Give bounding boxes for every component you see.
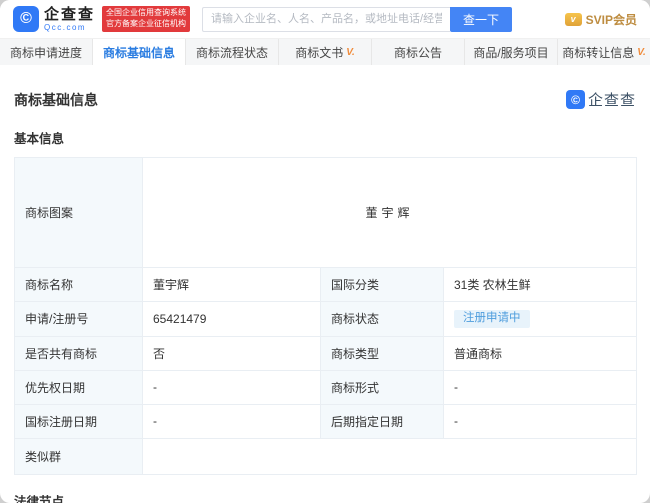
tab-basic-info[interactable]: 商标基础信息	[93, 39, 186, 65]
vip-crown-icon: v	[565, 13, 582, 26]
tab-documents[interactable]: 商标文书 V.	[279, 39, 372, 65]
legal-node-heading: 法律节点	[14, 491, 636, 503]
site-header: © 企查查 Qcc.com 全国企业信用查询系统 官方备案企业征信机构 查一下 …	[0, 0, 650, 38]
svip-membership[interactable]: v SVIP会员	[565, 11, 637, 28]
field-label: 商标类型	[321, 336, 444, 370]
vip-v-icon: V.	[346, 47, 355, 58]
tab-transfer-info[interactable]: 商标转让信息 V.	[558, 39, 650, 65]
trademark-tabbar: 商标申请进度 商标基础信息 商标流程状态 商标文书 V. 商标公告 商品/服务项…	[0, 38, 650, 65]
qcc-domain: Qcc.com	[44, 24, 95, 32]
credential-line-2: 官方备案企业征信机构	[106, 19, 186, 30]
field-value: 65421479	[143, 302, 321, 337]
field-value: 普通商标	[444, 336, 637, 370]
search-bar: 查一下	[202, 7, 512, 32]
table-row: 是否共有商标 否 商标类型 普通商标	[15, 336, 637, 370]
page-card: © 企查查 Qcc.com 全国企业信用查询系统 官方备案企业征信机构 查一下 …	[0, 0, 650, 503]
field-value: 董宇辉	[143, 268, 321, 302]
qcc-brand-name: 企查查	[44, 7, 95, 22]
official-credential-badge: 全国企业信用查询系统 官方备案企业征信机构	[102, 6, 190, 32]
field-value: -	[444, 370, 637, 404]
basic-info-heading: 基本信息	[14, 128, 636, 147]
field-value: -	[143, 370, 321, 404]
watermark-text: 企查查	[588, 89, 636, 110]
tab-process-status[interactable]: 商标流程状态	[186, 39, 279, 65]
table-row: 申请/注册号 65421479 商标状态 注册申请中	[15, 302, 637, 337]
svip-label: SVIP会员	[586, 11, 637, 28]
field-label: 商标形式	[321, 370, 444, 404]
field-value: -	[444, 404, 637, 438]
field-label: 国标注册日期	[15, 404, 143, 438]
tab-application-progress[interactable]: 商标申请进度	[0, 39, 93, 65]
search-input[interactable]	[202, 7, 450, 32]
basic-info-table: 商标图案 董宇辉 商标名称 董宇辉 国际分类 31类 农林生鲜 申请/注册号 6…	[14, 157, 637, 475]
table-row: 国标注册日期 - 后期指定日期 -	[15, 404, 637, 438]
vip-v-icon: V.	[637, 47, 646, 58]
table-row: 商标图案 董宇辉	[15, 158, 637, 268]
qcc-logo-icon: ©	[13, 6, 39, 32]
status-badge: 注册申请中	[454, 310, 530, 328]
tab-goods-services[interactable]: 商品/服务项目	[465, 39, 558, 65]
field-label: 申请/注册号	[15, 302, 143, 337]
credential-line-1: 全国企业信用查询系统	[106, 8, 186, 19]
main-content: 商标基础信息 © 企查查 基本信息 商标图案 董宇辉 商标名称 董宇辉 国际分类…	[0, 65, 650, 503]
field-value: 注册申请中	[444, 302, 637, 337]
field-label: 商标状态	[321, 302, 444, 337]
field-label: 类似群	[15, 438, 143, 474]
table-row: 商标名称 董宇辉 国际分类 31类 农林生鲜	[15, 268, 637, 302]
field-label: 国际分类	[321, 268, 444, 302]
field-value: 否	[143, 336, 321, 370]
qcc-watermark: © 企查查	[566, 89, 636, 110]
field-label: 商标图案	[15, 158, 143, 268]
tab-announcements[interactable]: 商标公告	[372, 39, 465, 65]
page-title: 商标基础信息	[14, 90, 98, 110]
field-value: -	[143, 404, 321, 438]
field-label: 是否共有商标	[15, 336, 143, 370]
field-label: 商标名称	[15, 268, 143, 302]
trademark-image: 董宇辉	[143, 158, 637, 268]
field-value	[143, 438, 637, 474]
field-label: 优先权日期	[15, 370, 143, 404]
field-label: 后期指定日期	[321, 404, 444, 438]
table-row: 类似群	[15, 438, 637, 474]
watermark-logo-icon: ©	[566, 90, 585, 109]
search-button[interactable]: 查一下	[450, 7, 512, 32]
field-value: 31类 农林生鲜	[444, 268, 637, 302]
qcc-logo[interactable]: © 企查查 Qcc.com	[13, 6, 95, 32]
table-row: 优先权日期 - 商标形式 -	[15, 370, 637, 404]
